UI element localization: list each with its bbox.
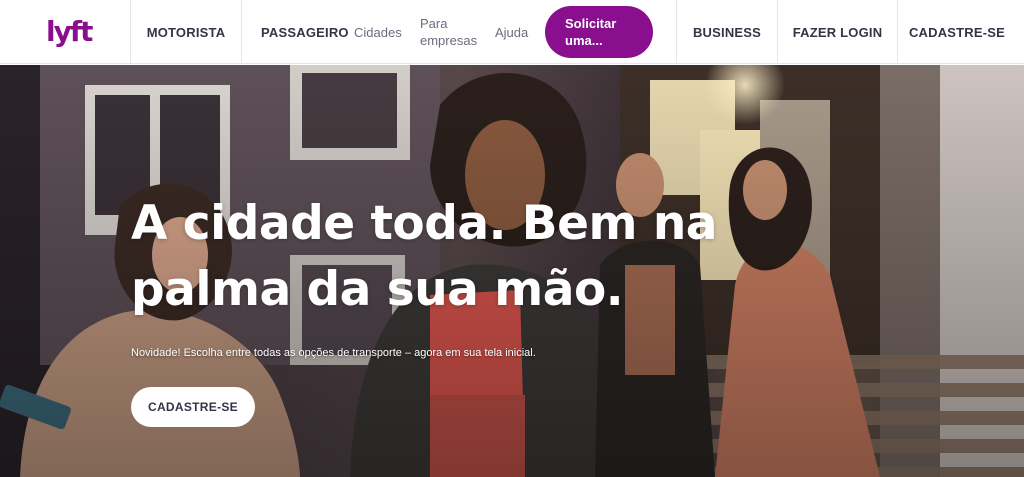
logo-link[interactable]: lyft (0, 0, 131, 64)
svg-text:lyft: lyft (46, 16, 93, 48)
nav-motorista[interactable]: MOTORISTA (131, 0, 242, 64)
hero-title-line2: palma da sua mão. (131, 262, 624, 317)
solicitar-button[interactable]: Solicitar uma... (545, 5, 653, 58)
nav-cadastre-se[interactable]: CADASTRE-SE (898, 0, 1016, 64)
hero-cadastre-se-button[interactable]: CADASTRE-SE (131, 387, 255, 427)
top-navigation-bar: lyft MOTORISTA PASSAGEIRO Cidades Para e… (0, 0, 1024, 64)
solicitar-cell: Solicitar uma... (531, 0, 677, 63)
hero-title-line1: A cidade toda. Bem na (131, 196, 718, 251)
solicitar-line1: Solicitar (565, 15, 617, 31)
nav-para-empresas[interactable]: Para empresas (420, 0, 495, 64)
nav-empresas-line2: empresas (420, 33, 478, 48)
solicitar-line2: uma... (565, 32, 603, 48)
nav-passageiro[interactable]: PASSAGEIRO (242, 0, 354, 64)
nav-fazer-login[interactable]: FAZER LOGIN (778, 0, 898, 64)
nav-ajuda[interactable]: Ajuda (495, 0, 531, 64)
hero-title: A cidade toda. Bem na palma da sua mão. (131, 191, 831, 323)
nav-cidades[interactable]: Cidades (354, 0, 420, 64)
nav-empresas-line1: Para (420, 16, 448, 31)
hero-section: A cidade toda. Bem na palma da sua mão. … (0, 65, 1024, 477)
nav-business[interactable]: BUSINESS (677, 0, 778, 64)
hero-subtitle: Novidade! Escolha entre todas as opções … (131, 347, 536, 359)
lyft-logo-icon: lyft (46, 16, 94, 48)
